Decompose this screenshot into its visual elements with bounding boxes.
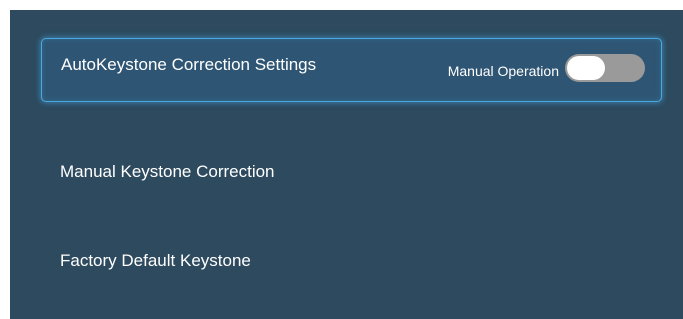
manual-operation-toggle[interactable] (565, 54, 645, 82)
menu-item-factory-default-keystone[interactable]: Factory Default Keystone (41, 229, 662, 293)
toggle-knob (567, 56, 605, 80)
menu-item-label: Factory Default Keystone (60, 251, 251, 270)
toggle-caption: Manual Operation (447, 63, 559, 79)
menu-item-autokeystone-settings[interactable]: AutoKeystone Correction Settings Manual … (41, 38, 662, 102)
menu-item-manual-keystone-correction[interactable]: Manual Keystone Correction (41, 140, 662, 204)
top-strip (0, 0, 683, 10)
manual-operation-toggle-group: Manual Operation (448, 53, 645, 83)
menu-item-label: Manual Keystone Correction (60, 162, 275, 181)
settings-panel: AutoKeystone Correction Settings Manual … (10, 10, 683, 319)
menu-item-label: AutoKeystone Correction Settings (61, 55, 317, 74)
